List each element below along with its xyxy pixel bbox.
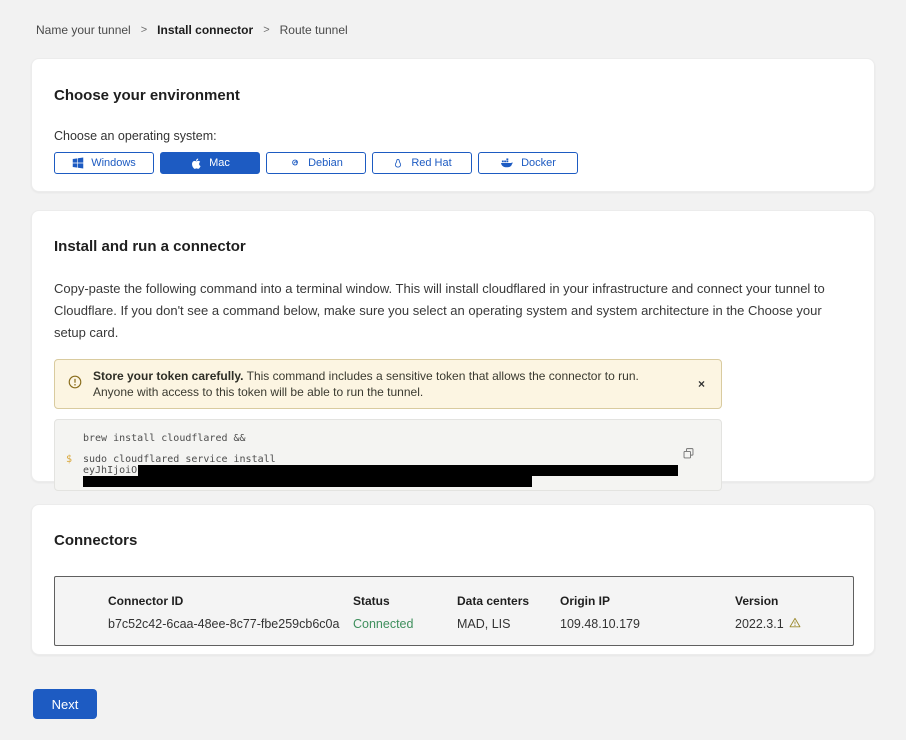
copy-icon[interactable]: [682, 447, 695, 460]
close-icon[interactable]: ×: [694, 376, 709, 392]
header-version: Version: [735, 594, 853, 608]
debian-icon: [289, 157, 301, 169]
header-origin-ip: Origin IP: [560, 594, 735, 608]
install-description: Copy-paste the following command into a …: [54, 278, 852, 344]
header-data-centers: Data centers: [457, 594, 560, 608]
install-card-title: Install and run a connector: [54, 238, 852, 255]
os-button-debian[interactable]: Debian: [266, 152, 366, 174]
token-prefix: eyJhIjoiO: [83, 465, 137, 476]
connectors-card-title: Connectors: [54, 532, 852, 549]
token-warning-text: Store your token carefully. This command…: [93, 368, 694, 400]
breadcrumb-install-connector[interactable]: Install connector: [157, 23, 253, 37]
version-value: 2022.3.1: [735, 617, 784, 631]
connectors-card: Connectors Connector ID Status Data cent…: [31, 504, 875, 655]
os-button-label: Windows: [91, 157, 136, 169]
cell-status: Connected: [353, 617, 457, 631]
next-button[interactable]: Next: [33, 689, 97, 719]
os-select-label: Choose an operating system:: [54, 129, 852, 143]
shell-prompt: $: [66, 454, 72, 465]
cell-origin-ip: 109.48.10.179: [560, 617, 735, 631]
os-button-redhat[interactable]: Red Hat: [372, 152, 472, 174]
os-button-label: Red Hat: [411, 157, 451, 169]
os-button-label: Mac: [209, 157, 230, 169]
header-status: Status: [353, 594, 457, 608]
os-button-group: Windows Mac Debian Red Hat Docker: [54, 152, 852, 174]
os-button-windows[interactable]: Windows: [54, 152, 154, 174]
apple-icon: [190, 157, 202, 170]
cell-connector-id: b7c52c42-6caa-48ee-8c77-fbe259cb6c0a: [108, 617, 353, 631]
alert-circle-icon: [68, 375, 82, 394]
cell-data-centers: MAD, LIS: [457, 617, 560, 631]
token-warning-banner: Store your token carefully. This command…: [54, 359, 722, 409]
breadcrumb-route-tunnel[interactable]: Route tunnel: [280, 23, 348, 37]
version-warning-icon: [789, 617, 801, 631]
cell-version: 2022.3.1: [735, 617, 853, 631]
redhat-icon: [392, 157, 404, 170]
command-token-line: eyJhIjoiO: [83, 465, 721, 487]
breadcrumb-separator: >: [263, 24, 269, 36]
command-line-2: sudo cloudflared service install: [83, 454, 721, 465]
token-warning-title: Store your token carefully.: [93, 369, 244, 383]
table-row: b7c52c42-6caa-48ee-8c77-fbe259cb6c0a Con…: [108, 617, 853, 631]
footer: Next: [33, 689, 906, 719]
install-card: Install and run a connector Copy-paste t…: [31, 210, 875, 482]
header-connector-id: Connector ID: [108, 594, 353, 608]
os-button-label: Debian: [308, 157, 343, 169]
redacted-token-bar: [138, 465, 678, 476]
breadcrumb-name-your-tunnel[interactable]: Name your tunnel: [36, 23, 131, 37]
command-line-1: brew install cloudflared &&: [83, 433, 721, 444]
windows-icon: [72, 157, 84, 169]
install-command-block: brew install cloudflared && $ sudo cloud…: [54, 419, 722, 491]
environment-card: Choose your environment Choose an operat…: [31, 58, 875, 192]
redacted-token-bar: [83, 476, 532, 487]
os-button-docker[interactable]: Docker: [478, 152, 578, 174]
breadcrumb: Name your tunnel > Install connector > R…: [0, 0, 906, 37]
docker-icon: [500, 157, 514, 169]
environment-card-title: Choose your environment: [54, 87, 852, 104]
os-button-label: Docker: [521, 157, 556, 169]
connectors-table: Connector ID Status Data centers Origin …: [54, 576, 854, 646]
table-header-row: Connector ID Status Data centers Origin …: [108, 594, 853, 608]
os-button-mac[interactable]: Mac: [160, 152, 260, 174]
breadcrumb-separator: >: [141, 24, 147, 36]
